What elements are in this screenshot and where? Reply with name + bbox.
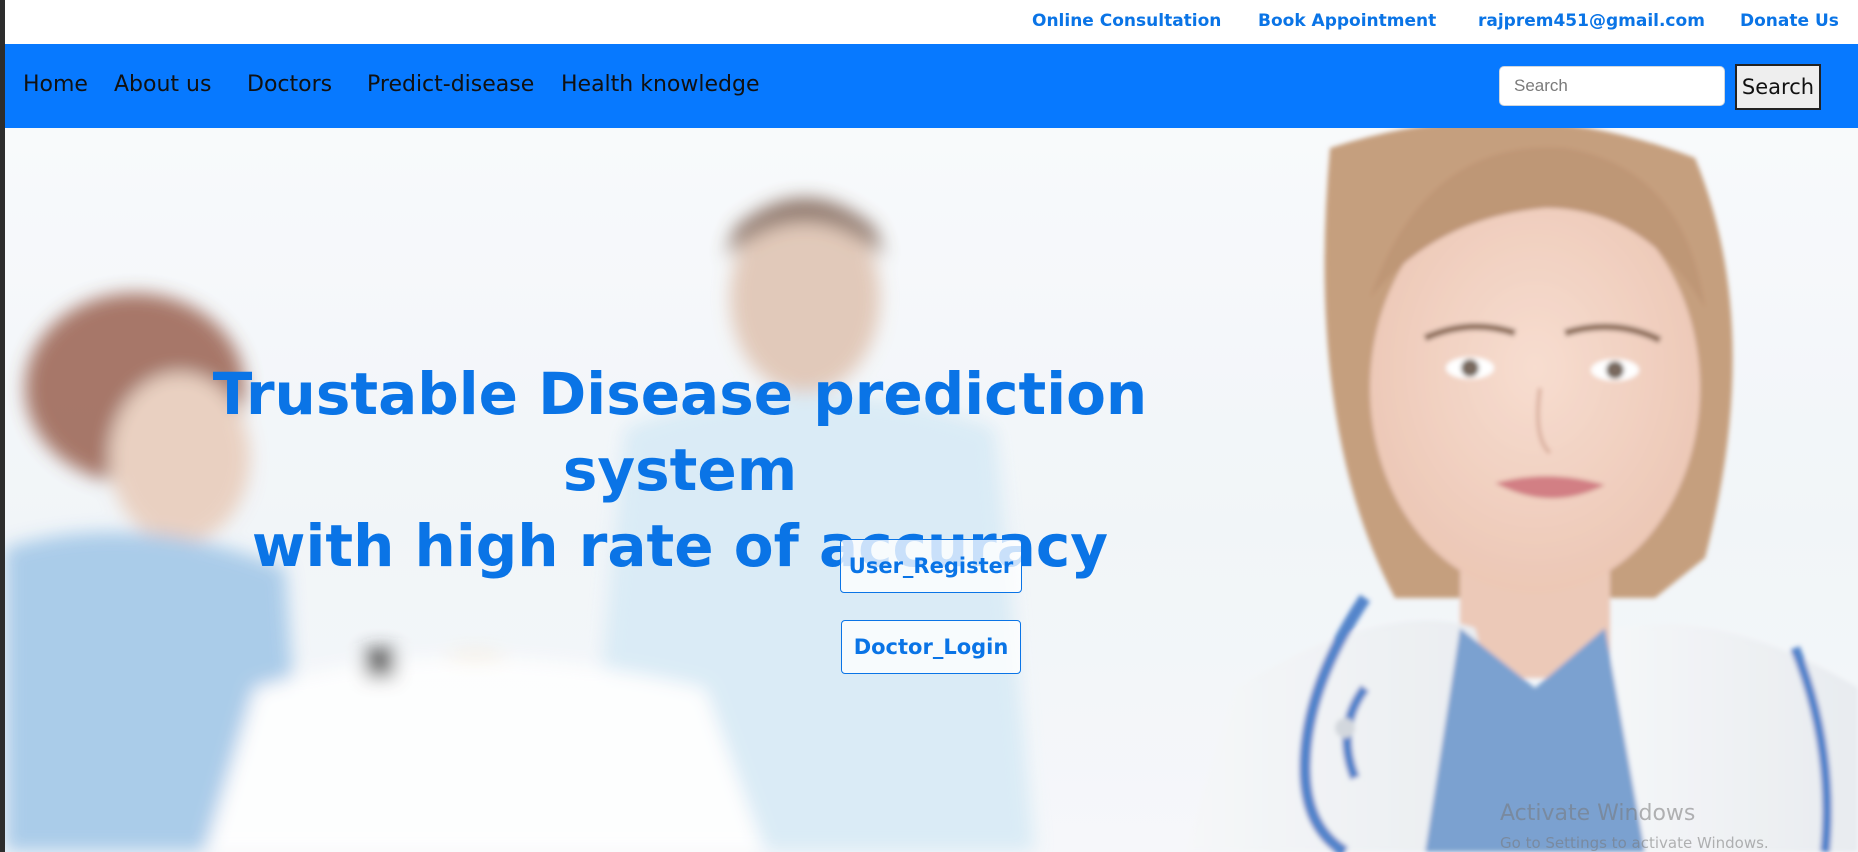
donate-us-link[interactable]: Donate Us xyxy=(1740,11,1839,31)
nav-home[interactable]: Home xyxy=(23,72,88,97)
email-link[interactable]: rajprem451@gmail.com xyxy=(1478,11,1705,31)
page: Online Consultation Book Appointment raj… xyxy=(5,0,1858,852)
main-navbar: Home About us Doctors Predict-disease He… xyxy=(5,44,1858,128)
hero-section: Trustable Disease prediction system with… xyxy=(5,128,1858,852)
user-register-button[interactable]: User_Register xyxy=(840,539,1022,593)
search-input[interactable] xyxy=(1499,66,1725,106)
top-utility-bar: Online Consultation Book Appointment raj… xyxy=(5,0,1858,44)
search-button[interactable]: Search xyxy=(1735,64,1821,110)
nav-about-us[interactable]: About us xyxy=(114,72,211,97)
nav-health-knowledge[interactable]: Health knowledge xyxy=(561,72,759,97)
activate-windows-hint: Go to Settings to activate Windows. xyxy=(1500,834,1769,852)
nav-doctors[interactable]: Doctors xyxy=(247,72,332,97)
doctor-login-button[interactable]: Doctor_Login xyxy=(841,620,1021,674)
activate-windows-watermark: Activate Windows xyxy=(1500,801,1696,826)
book-appointment-link[interactable]: Book Appointment xyxy=(1258,11,1436,31)
hero-title-line-1: Trustable Disease prediction system xyxy=(212,360,1148,504)
nav-predict-disease[interactable]: Predict-disease xyxy=(367,72,534,97)
online-consultation-link[interactable]: Online Consultation xyxy=(1032,11,1221,31)
